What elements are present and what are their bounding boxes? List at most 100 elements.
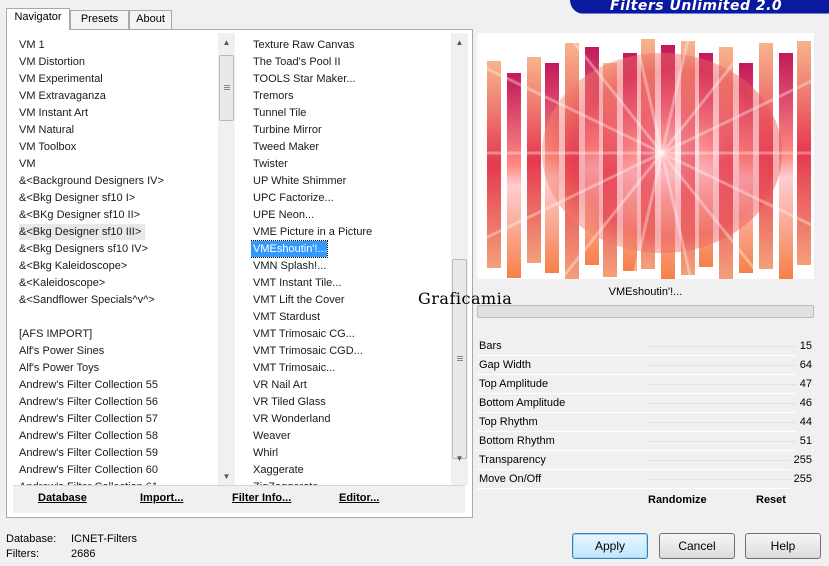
filter-item[interactable]: UPC Factorize...: [251, 190, 334, 206]
filter-item[interactable]: UP White Shimmer: [251, 173, 346, 189]
category-item[interactable]: &<Bkg Designer sf10 I>: [19, 190, 135, 206]
param-value[interactable]: 47: [795, 375, 812, 394]
filter-item[interactable]: VMT Instant Tile...: [251, 275, 341, 291]
arrow-up-icon[interactable]: ▲: [218, 35, 235, 51]
app-title: Filters Unlimited 2.0: [610, 0, 783, 14]
category-item[interactable]: VM Extravaganza: [19, 88, 106, 104]
category-item[interactable]: VM Instant Art: [19, 105, 88, 121]
filter-item[interactable]: VMT Trimosaic CG...: [251, 326, 355, 342]
filter-item[interactable]: The Toad's Pool II: [251, 54, 341, 70]
filter-item[interactable]: Twister: [251, 156, 288, 172]
tab-navigator[interactable]: Navigator: [6, 8, 70, 30]
database-label: Database:: [6, 533, 57, 545]
category-item[interactable]: &<Bkg Kaleidoscope>: [19, 258, 127, 274]
category-item[interactable]: &<Bkg Designers sf10 IV>: [19, 241, 148, 257]
filter-item[interactable]: VMT Lift the Cover: [251, 292, 345, 308]
category-item[interactable]: Andrew's Filter Collection 57: [19, 411, 158, 427]
tab-presets[interactable]: Presets: [70, 10, 129, 29]
filter-item[interactable]: VMT Stardust: [251, 309, 320, 325]
param-row[interactable]: Top Amplitude 47: [477, 375, 814, 394]
category-item[interactable]: Alf's Power Sines: [19, 343, 104, 359]
database-button[interactable]: Database: [38, 492, 87, 504]
filter-item[interactable]: VMT Trimosaic CGD...: [251, 343, 363, 359]
filter-item[interactable]: VME Picture in a Picture: [251, 224, 372, 240]
category-item[interactable]: Alf's Power Toys: [19, 360, 99, 376]
category-item[interactable]: VM Experimental: [19, 71, 103, 87]
filter-item[interactable]: Tweed Maker: [251, 139, 319, 155]
filter-list[interactable]: Texture Raw Canvas The Toad's Pool II TOOL…: [251, 37, 451, 485]
category-item[interactable]: &<Sandflower Specials^v^>: [19, 292, 155, 308]
category-item[interactable]: &<Kaleidoscope>: [19, 275, 105, 291]
param-value[interactable]: 51: [795, 432, 812, 451]
navigator-links: Database Import... Filter Info... Editor…: [13, 485, 465, 513]
param-row[interactable]: Transparency 255: [477, 451, 814, 470]
filter-item[interactable]: VR Wonderland: [251, 411, 330, 427]
category-item[interactable]: &<Bkg Designer sf10 III>: [19, 224, 146, 240]
import-button[interactable]: Import...: [140, 492, 183, 504]
param-label: Move On/Off: [479, 473, 542, 485]
category-scrollbar[interactable]: ▲ ▼: [218, 33, 235, 485]
filter-item[interactable]: Texture Raw Canvas: [251, 37, 355, 53]
filter-item[interactable]: Weaver: [251, 428, 291, 444]
filter-item[interactable]: VR Nail Art: [251, 377, 307, 393]
param-value[interactable]: 15: [795, 337, 812, 356]
param-row[interactable]: Gap Width 64: [477, 356, 814, 375]
arrow-up-icon[interactable]: ▲: [451, 35, 468, 51]
navigator-panel: VM 1 VM Distortion VM Experimental VM Extra…: [6, 29, 473, 518]
category-item[interactable]: VM: [19, 156, 36, 172]
tab-about[interactable]: About: [129, 10, 172, 29]
progress-bar: [477, 305, 814, 318]
category-list[interactable]: VM 1 VM Distortion VM Experimental VM Extra…: [19, 37, 219, 485]
randomize-button[interactable]: Randomize: [648, 494, 707, 506]
cancel-button[interactable]: Cancel: [659, 533, 735, 559]
filter-info-button[interactable]: Filter Info...: [232, 492, 291, 504]
category-item[interactable]: Andrew's Filter Collection 58: [19, 428, 158, 444]
category-item[interactable]: Andrew's Filter Collection 59: [19, 445, 158, 461]
category-item[interactable]: &<Background Designers IV>: [19, 173, 164, 189]
param-row[interactable]: Bottom Amplitude 46: [477, 394, 814, 413]
param-label: Gap Width: [479, 359, 531, 371]
category-item[interactable]: VM 1: [19, 37, 45, 53]
arrow-down-icon[interactable]: ▼: [451, 451, 468, 467]
param-value[interactable]: 44: [795, 413, 812, 432]
preview-bar: [507, 73, 521, 278]
param-row[interactable]: Move On/Off 255: [477, 470, 814, 489]
category-item[interactable]: &<BKg Designer sf10 II>: [19, 207, 140, 223]
app-banner: Filters Unlimited 2.0: [570, 0, 829, 14]
filter-item[interactable]: Xaggerate: [251, 462, 304, 478]
help-button[interactable]: Help: [745, 533, 821, 559]
filter-item[interactable]: TOOLS Star Maker...: [251, 71, 356, 87]
filter-item[interactable]: VMN Splash!...: [251, 258, 326, 274]
category-item[interactable]: VM Distortion: [19, 54, 85, 70]
apply-button[interactable]: Apply: [572, 533, 648, 559]
param-value[interactable]: 64: [795, 356, 812, 375]
param-row[interactable]: Top Rhythm 44: [477, 413, 814, 432]
filter-item[interactable]: VMEshoutin'!...: [251, 240, 328, 258]
filter-item[interactable]: VR Tiled Glass: [251, 394, 326, 410]
category-item[interactable]: VM Natural: [19, 122, 74, 138]
arrow-down-icon[interactable]: ▼: [218, 469, 235, 485]
param-row[interactable]: Bottom Rhythm 51: [477, 432, 814, 451]
filter-item[interactable]: Turbine Mirror: [251, 122, 322, 138]
filter-scrollbar[interactable]: ▲ ▼: [451, 33, 468, 485]
filter-item[interactable]: Tunnel Tile: [251, 105, 306, 121]
category-item[interactable]: Andrew's Filter Collection 56: [19, 394, 158, 410]
param-value[interactable]: 255: [789, 470, 812, 489]
reset-button[interactable]: Reset: [756, 494, 786, 506]
category-scroll-thumb[interactable]: [219, 55, 234, 121]
param-label: Top Amplitude: [479, 378, 549, 390]
category-item[interactable]: Andrew's Filter Collection 60: [19, 462, 158, 478]
filter-item[interactable]: Tremors: [251, 88, 294, 104]
category-item[interactable]: Andrew's Filter Collection 55: [19, 377, 158, 393]
filter-item[interactable]: VMT Trimosaic...: [251, 360, 335, 376]
filter-item[interactable]: Whirl: [251, 445, 278, 461]
param-row[interactable]: Bars 15: [477, 337, 814, 356]
category-item[interactable]: [AFS IMPORT]: [19, 326, 92, 342]
param-label: Bottom Amplitude: [479, 397, 566, 409]
filter-item[interactable]: UPE Neon...: [251, 207, 314, 223]
editor-button[interactable]: Editor...: [339, 492, 379, 504]
preview-bar: [779, 53, 793, 279]
param-value[interactable]: 255: [789, 451, 812, 470]
param-value[interactable]: 46: [795, 394, 812, 413]
category-item[interactable]: VM Toolbox: [19, 139, 76, 155]
